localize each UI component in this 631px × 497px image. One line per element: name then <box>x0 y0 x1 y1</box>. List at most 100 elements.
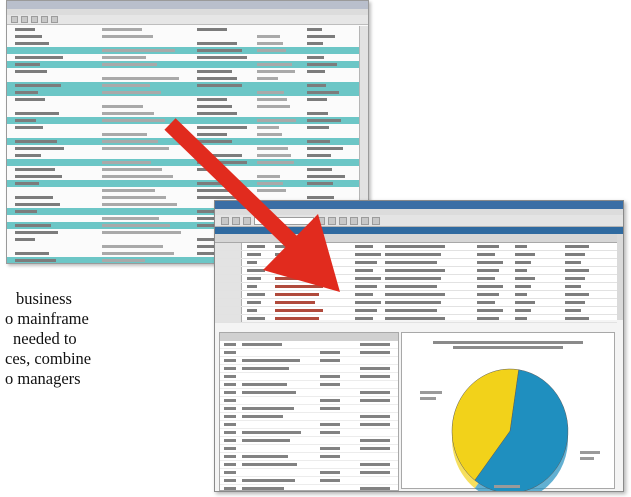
grid-cell <box>360 351 390 354</box>
grid-cell <box>320 383 340 386</box>
list-item <box>220 485 398 491</box>
pie-label <box>580 457 594 460</box>
toolbar-button <box>21 16 28 23</box>
grid-cell <box>320 423 340 426</box>
report-row <box>7 61 368 68</box>
grid-cell <box>224 455 236 458</box>
paragraph-line: needed to <box>13 329 77 348</box>
grid-cell <box>360 367 390 370</box>
report-row <box>7 33 368 40</box>
report-text <box>15 63 40 66</box>
report-text <box>15 112 59 115</box>
table-cell <box>515 293 527 296</box>
grid-cell <box>360 463 390 466</box>
grid-cell <box>242 359 300 362</box>
report-text <box>102 112 154 115</box>
report-text <box>102 28 142 31</box>
table-cell <box>565 301 585 304</box>
table-cell <box>515 285 531 288</box>
toolbar-button <box>51 16 58 23</box>
report-text <box>15 203 60 206</box>
table-cell <box>515 269 527 272</box>
report-text <box>307 84 326 87</box>
grid-cell <box>224 391 236 394</box>
report-text <box>197 77 237 80</box>
report-row <box>7 26 368 33</box>
grid-cell <box>224 407 236 410</box>
list-item <box>220 429 398 437</box>
report-text <box>197 49 242 52</box>
report-text <box>15 84 61 87</box>
spreadsheet-scrollbar <box>617 234 623 320</box>
grid-cell <box>224 479 236 482</box>
arrow-icon <box>164 118 340 292</box>
table-cell <box>565 245 589 248</box>
grid-cell <box>224 439 236 442</box>
list-item <box>220 421 398 429</box>
grid-cell <box>320 471 340 474</box>
report-text <box>15 182 39 185</box>
report-text <box>15 70 47 73</box>
grid-cell <box>224 367 236 370</box>
table-cell <box>565 261 581 264</box>
table-cell <box>355 317 373 320</box>
chart-title-line <box>433 341 583 344</box>
lower-pane <box>215 322 621 491</box>
grid-cell <box>224 423 236 426</box>
report-text <box>257 49 286 52</box>
pie-label <box>580 451 600 454</box>
list-item <box>220 389 398 397</box>
grid-cell <box>360 471 390 474</box>
report-text <box>15 252 49 255</box>
report-text <box>15 56 63 59</box>
report-text <box>102 91 161 94</box>
table-cell <box>385 309 437 312</box>
table-cell <box>565 277 585 280</box>
report-text <box>15 231 58 234</box>
report-text <box>102 63 157 66</box>
summary-grid <box>219 332 399 491</box>
list-item <box>220 381 398 389</box>
table-cell <box>385 317 445 320</box>
list-item <box>220 437 398 445</box>
report-text <box>257 77 278 80</box>
list-item <box>220 357 398 365</box>
table-cell <box>477 285 503 288</box>
list-item <box>220 397 398 405</box>
report-text <box>307 28 322 31</box>
report-text <box>15 98 45 101</box>
report-row <box>7 89 368 96</box>
report-text <box>257 63 292 66</box>
report-text <box>102 133 147 136</box>
grid-cell <box>320 455 340 458</box>
table-cell <box>477 269 499 272</box>
grid-cell <box>242 455 288 458</box>
pie-label <box>494 485 520 488</box>
grid-cell <box>242 439 290 442</box>
table-cell <box>385 285 437 288</box>
grid-cell <box>320 431 340 434</box>
table-cell <box>477 309 503 312</box>
table-cell <box>565 309 581 312</box>
row-number <box>215 315 242 322</box>
report-text <box>15 91 38 94</box>
grid-cell <box>242 367 289 370</box>
report-row <box>7 40 368 47</box>
grid-cell <box>320 399 340 402</box>
report-row <box>7 54 368 61</box>
report-text <box>15 210 37 213</box>
report-text <box>197 28 227 31</box>
toolbar-button <box>372 217 380 225</box>
grid-cell <box>242 343 282 346</box>
report-text <box>15 119 36 122</box>
pie-label <box>420 391 442 394</box>
report-row <box>7 82 368 89</box>
report-text <box>15 126 43 129</box>
grid-cell <box>360 343 390 346</box>
report-text <box>307 35 335 38</box>
grid-cell <box>224 383 236 386</box>
report-text <box>257 35 280 38</box>
grid-cell <box>224 463 236 466</box>
pie-chart-icon <box>451 368 569 491</box>
grid-cell <box>224 415 236 418</box>
